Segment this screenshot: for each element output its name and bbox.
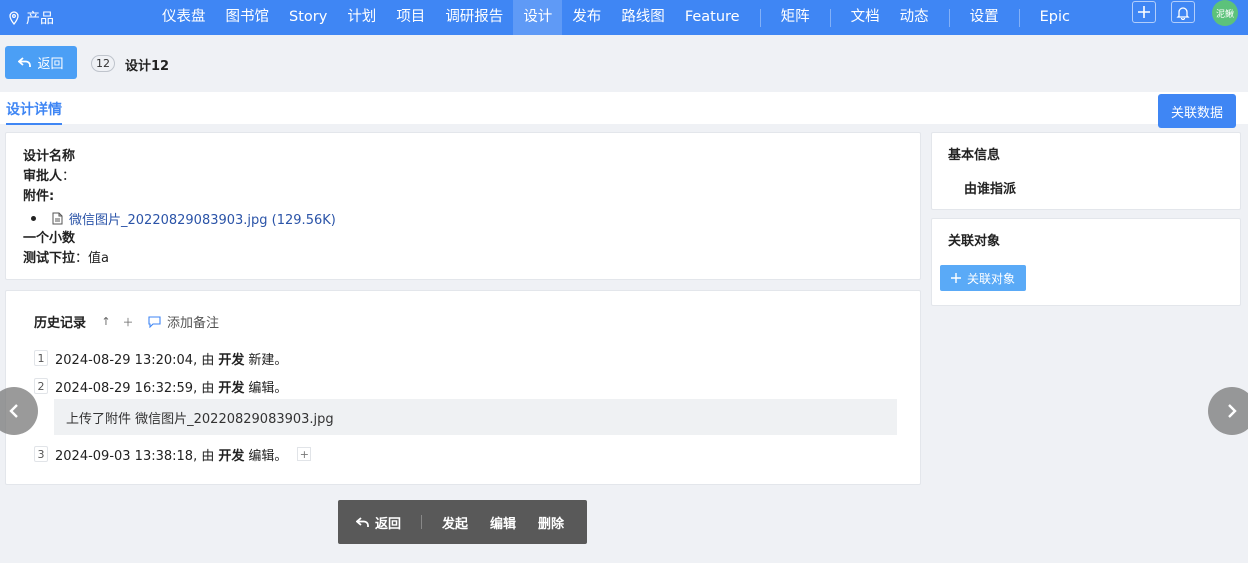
basic-info-title: 基本信息 bbox=[948, 148, 1001, 163]
add-note-button[interactable]: 添加备注 bbox=[148, 312, 219, 331]
id-badge: 12 bbox=[91, 55, 115, 72]
history-number: 2 bbox=[34, 378, 48, 394]
related-objects-panel: 关联对象 关联对象 bbox=[931, 218, 1241, 306]
delete-button[interactable]: 删除 bbox=[538, 513, 564, 532]
dropdown-row: 测试下拉：值a bbox=[23, 249, 903, 269]
nav-item-epic[interactable]: Epic bbox=[1030, 0, 1080, 35]
history-header: 历史记录 ↑ ＋ 添加备注 bbox=[34, 312, 219, 331]
location-pin-icon bbox=[9, 10, 19, 25]
sort-arrow-icon[interactable]: ↑ bbox=[100, 315, 112, 328]
toolbar-back-label: 返回 bbox=[375, 516, 402, 532]
nav-item-feature[interactable]: Feature bbox=[675, 0, 750, 35]
design-name-label: 设计名称 bbox=[23, 149, 76, 164]
related-objects-title: 关联对象 bbox=[948, 234, 1001, 249]
nav-item-activity[interactable]: 动态 bbox=[890, 0, 939, 35]
nav-item-docs[interactable]: 文档 bbox=[841, 0, 890, 35]
top-nav-bar: 产品 仪表盘 图书馆 Story 计划 项目 调研报告 设计 发布 路线图 Fe… bbox=[0, 0, 1248, 35]
attachment-item: 微信图片_20220829083903.jpg (129.56K) bbox=[23, 207, 903, 229]
approver-separator: ： bbox=[62, 169, 76, 184]
attachments-label: 附件: bbox=[23, 189, 55, 204]
chevron-left-icon bbox=[9, 404, 18, 418]
nav-item-research[interactable]: 调研报告 bbox=[435, 0, 513, 35]
history-title: 历史记录 bbox=[34, 316, 87, 331]
history-user: 开发 bbox=[218, 448, 245, 464]
link-data-button[interactable]: 关联数据 bbox=[1158, 94, 1236, 128]
attachment-link[interactable]: 微信图片_20220829083903.jpg (129.56K) bbox=[69, 209, 336, 228]
history-number: 3 bbox=[34, 446, 48, 462]
link-object-button[interactable]: 关联对象 bbox=[940, 265, 1026, 291]
back-button-label: 返回 bbox=[37, 57, 64, 72]
tab-design-details[interactable]: 设计详情 bbox=[6, 99, 62, 125]
comment-icon bbox=[148, 315, 161, 328]
history-note: 上传了附件 微信图片_20220829083903.jpg bbox=[54, 399, 897, 435]
nav-divider bbox=[1018, 8, 1020, 27]
attachments-row: 附件: bbox=[23, 187, 903, 207]
nav-item-roadmap[interactable]: 路线图 bbox=[611, 0, 675, 35]
expand-change-icon[interactable]: + bbox=[297, 447, 312, 461]
chevron-right-icon bbox=[1228, 404, 1237, 418]
history-action: 新建。 bbox=[248, 352, 288, 368]
bell-icon bbox=[1176, 6, 1190, 20]
nav-item-release[interactable]: 发布 bbox=[562, 0, 611, 35]
nav-divider bbox=[948, 8, 950, 27]
next-button[interactable] bbox=[1208, 387, 1248, 435]
design-name-row: 设计名称 bbox=[23, 147, 903, 167]
history-panel: 历史记录 ↑ ＋ 添加备注 1 2024-08-29 13:20:04, 由 开… bbox=[5, 290, 921, 485]
create-button[interactable] bbox=[1132, 1, 1156, 23]
main-nav: 仪表盘 图书馆 Story 计划 项目 调研报告 设计 发布 路线图 Featu… bbox=[152, 0, 1080, 35]
plus-icon bbox=[1138, 6, 1150, 18]
initiate-button[interactable]: 发起 bbox=[442, 513, 468, 532]
notifications-button[interactable] bbox=[1171, 1, 1195, 23]
nav-divider bbox=[829, 8, 831, 27]
dropdown-label: 测试下拉 bbox=[23, 251, 76, 266]
history-action: 编辑。 bbox=[248, 448, 288, 464]
history-time: 2024-09-03 13:38:18, 由 bbox=[55, 448, 215, 464]
history-item: 2 2024-08-29 16:32:59, 由 开发 编辑。 bbox=[34, 376, 287, 396]
approver-label: 审批人 bbox=[23, 169, 63, 184]
avatar[interactable]: 泥鳅 bbox=[1212, 0, 1238, 26]
history-user: 开发 bbox=[218, 380, 245, 396]
expand-all-icon[interactable]: ＋ bbox=[122, 314, 134, 330]
nav-item-design[interactable]: 设计 bbox=[513, 0, 563, 35]
nav-item-library[interactable]: 图书馆 bbox=[216, 0, 280, 35]
history-user: 开发 bbox=[218, 352, 245, 368]
assigned-by-label: 由谁指派 bbox=[964, 182, 1017, 197]
add-note-label: 添加备注 bbox=[167, 316, 220, 331]
decimal-row: 一个小数 bbox=[23, 229, 903, 249]
nav-divider bbox=[759, 8, 761, 27]
detail-panel: 设计名称 审批人： 附件: 微信图片_20220829083903.jpg (1… bbox=[5, 132, 921, 280]
back-button[interactable]: 返回 bbox=[5, 46, 77, 79]
approver-row: 审批人： bbox=[23, 167, 903, 187]
plus-icon bbox=[950, 273, 961, 283]
basic-info-panel: 基本信息 由谁指派 bbox=[931, 132, 1241, 210]
history-time: 2024-08-29 16:32:59, 由 bbox=[55, 380, 215, 396]
dropdown-value: ：值a bbox=[75, 251, 109, 266]
product-switcher[interactable]: 产品 bbox=[8, 0, 54, 35]
page-title: 设计12 bbox=[125, 59, 170, 74]
decimal-label: 一个小数 bbox=[23, 231, 76, 246]
undo-arrow-icon bbox=[18, 57, 32, 67]
toolbar-divider bbox=[421, 515, 423, 529]
history-number: 1 bbox=[34, 350, 48, 366]
history-time: 2024-08-29 13:20:04, 由 bbox=[55, 352, 215, 368]
nav-item-story[interactable]: Story bbox=[279, 0, 337, 35]
nav-item-settings[interactable]: 设置 bbox=[960, 0, 1009, 35]
action-toolbar: 返回 发起 编辑 删除 bbox=[338, 500, 587, 544]
nav-item-plan[interactable]: 计划 bbox=[337, 0, 386, 35]
file-icon bbox=[52, 212, 63, 224]
bullet bbox=[31, 215, 36, 221]
undo-arrow-icon bbox=[356, 516, 369, 527]
toolbar-back-button[interactable]: 返回 bbox=[356, 513, 401, 532]
link-object-label: 关联对象 bbox=[966, 271, 1015, 286]
tab-bar: 设计详情 bbox=[0, 92, 1248, 125]
edit-button[interactable]: 编辑 bbox=[490, 513, 516, 532]
nav-item-project[interactable]: 项目 bbox=[386, 0, 435, 35]
nav-item-matrix[interactable]: 矩阵 bbox=[771, 0, 820, 35]
history-item: 3 2024-09-03 13:38:18, 由 开发 编辑。 + bbox=[34, 444, 312, 464]
history-item: 1 2024-08-29 13:20:04, 由 开发 新建。 bbox=[34, 348, 287, 368]
history-action: 编辑。 bbox=[248, 380, 288, 396]
product-label: 产品 bbox=[26, 10, 54, 27]
nav-item-dashboard[interactable]: 仪表盘 bbox=[152, 0, 216, 35]
